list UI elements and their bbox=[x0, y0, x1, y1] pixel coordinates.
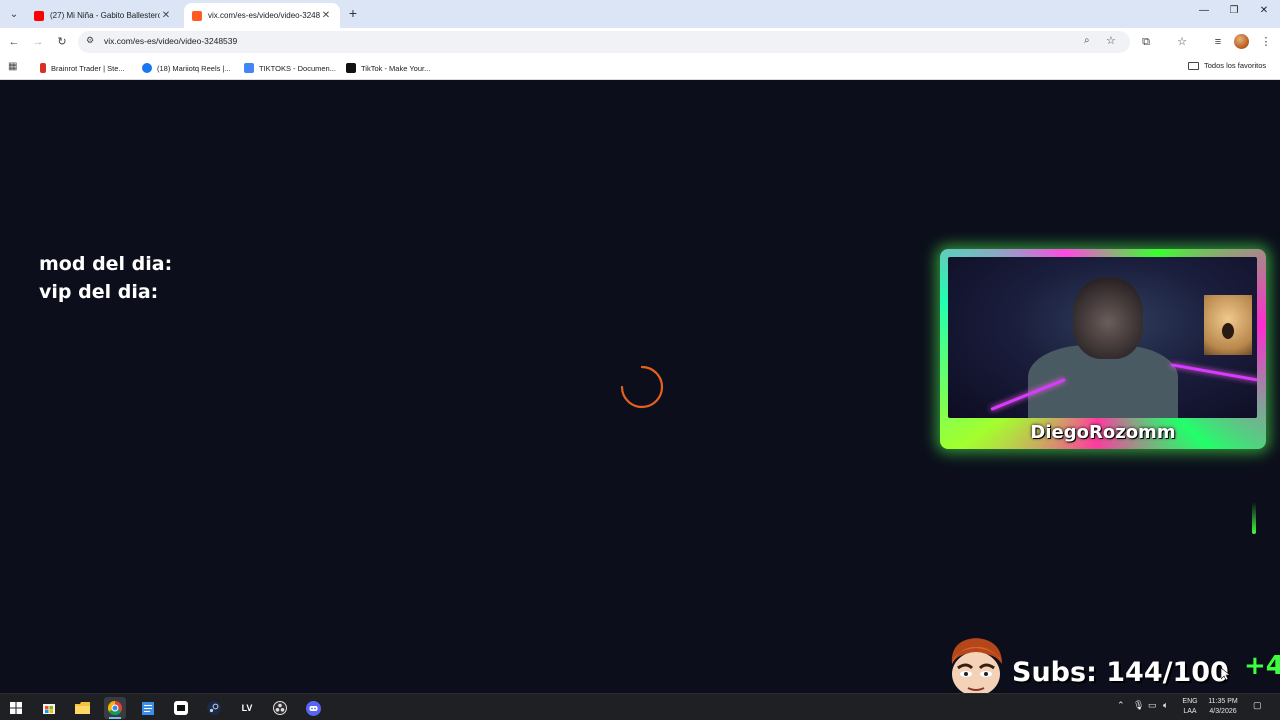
clock[interactable]: 11:35 PM 4/3/2026 bbox=[1203, 697, 1243, 717]
folder-icon bbox=[1188, 61, 1199, 70]
menu-dots-icon[interactable]: ⋮ bbox=[1258, 34, 1274, 50]
bookmarks-bar: ▦ Brainrot Trader | Ste... (18) Mariiotq… bbox=[0, 56, 1280, 80]
site-info-icon[interactable]: ⚙ bbox=[86, 35, 94, 46]
windows-start-icon[interactable] bbox=[5, 697, 27, 719]
all-bookmarks-label: Todos los favoritos bbox=[1204, 61, 1267, 70]
tray-chevron-up-icon[interactable]: ⌃ bbox=[1117, 700, 1125, 711]
tiktok-icon bbox=[346, 63, 356, 73]
new-tab-button[interactable]: + bbox=[346, 5, 360, 21]
webcam-frame: DiegoRozomm bbox=[940, 249, 1266, 449]
reload-icon[interactable]: ↻ bbox=[54, 34, 70, 50]
cat-image bbox=[1204, 295, 1252, 355]
discord-icon[interactable] bbox=[302, 697, 324, 719]
all-bookmarks-button[interactable]: Todos los favoritos bbox=[1188, 61, 1266, 70]
network-icon[interactable]: ▭ bbox=[1148, 700, 1157, 711]
streamer-name: DiegoRozomm bbox=[1030, 422, 1176, 443]
tab-close-icon[interactable]: ✕ bbox=[320, 10, 332, 21]
capcut-icon[interactable] bbox=[170, 697, 192, 719]
lvl-icon[interactable]: LV bbox=[236, 697, 258, 719]
chrome-icon[interactable] bbox=[104, 697, 126, 719]
forward-arrow-icon[interactable]: → bbox=[30, 34, 46, 50]
address-bar[interactable]: ⚙ vix.com/es-es/video/video-3248539 ⌕ ☆ bbox=[78, 31, 1130, 53]
zoom-icon[interactable]: ⌕ bbox=[1084, 35, 1090, 46]
minimize-icon[interactable]: — bbox=[1197, 5, 1211, 16]
windows-taskbar: LV ⌃ 🎙︎ ▭ 🔈︎ ENG LAA 11:35 PM 4/3/2026 ▢ bbox=[0, 693, 1280, 720]
notifications-icon[interactable]: ▢ bbox=[1253, 700, 1262, 711]
loading-spinner-icon bbox=[620, 365, 664, 409]
google-docs-icon bbox=[244, 63, 254, 73]
language-indicator[interactable]: ENG LAA bbox=[1178, 697, 1202, 717]
microphone-icon[interactable]: 🎙︎ bbox=[1133, 700, 1144, 711]
language-code: ENG bbox=[1182, 698, 1198, 705]
facebook-icon bbox=[142, 63, 152, 73]
reading-list-icon[interactable]: ≡ bbox=[1210, 34, 1226, 50]
profile-avatar[interactable] bbox=[1234, 34, 1249, 49]
bookmark-item[interactable]: TikTok - Make Your... bbox=[346, 61, 430, 75]
tab-title: (27) Mi Niña - Gabito Ballestero bbox=[50, 11, 160, 20]
back-arrow-icon[interactable]: ← bbox=[6, 34, 22, 50]
favorites-icon[interactable]: ☆ bbox=[1174, 34, 1190, 50]
store-icon[interactable] bbox=[38, 697, 60, 719]
neon-light-strip bbox=[1170, 363, 1257, 382]
notepad-icon[interactable] bbox=[137, 697, 159, 719]
browser-toolbar: ← → ↻ ⚙ vix.com/es-es/video/video-324853… bbox=[0, 28, 1280, 56]
webcam-feed bbox=[948, 257, 1257, 418]
tab-title: vix.com/es-es/video/video-3248539 bbox=[208, 11, 320, 20]
volume-icon[interactable]: 🔈︎ bbox=[1163, 700, 1168, 711]
tab-search-chevron-icon[interactable]: ⌄ bbox=[6, 6, 22, 22]
mouse-cursor-icon bbox=[1221, 668, 1230, 681]
clock-time: 11:35 PM bbox=[1208, 698, 1238, 705]
bookmark-item[interactable]: TIKTOKS - Documen... bbox=[244, 61, 336, 75]
youtube-favicon-icon bbox=[34, 10, 44, 21]
steam-icon[interactable] bbox=[203, 697, 225, 719]
obs-icon[interactable] bbox=[269, 697, 291, 719]
bookmark-label: TIKTOKS - Documen... bbox=[259, 63, 336, 73]
apps-grid-icon[interactable]: ▦ bbox=[8, 61, 17, 72]
bookmark-label: TikTok - Make Your... bbox=[361, 63, 431, 73]
tab-strip: ⌄ (27) Mi Niña - Gabito Ballestero ✕ vix… bbox=[0, 0, 1280, 28]
bookmark-item[interactable]: (18) Mariiotq Reels |... bbox=[142, 61, 231, 75]
restore-icon[interactable]: ❐ bbox=[1227, 5, 1241, 16]
vip-of-day-label: vip del dia: bbox=[39, 281, 159, 303]
subs-counter: Subs: 144/100 bbox=[1012, 657, 1229, 688]
video-player-area[interactable]: mod del dia: vip del dia: DiegoRozomm Su… bbox=[0, 81, 1280, 696]
bookmark-label: Brainrot Trader | Ste... bbox=[51, 63, 125, 73]
vix-favicon-icon bbox=[192, 10, 202, 21]
extensions-icon[interactable]: ⧉ bbox=[1138, 34, 1154, 50]
streamer-head bbox=[1073, 277, 1143, 359]
url-text[interactable]: vix.com/es-es/video/video-3248539 bbox=[104, 36, 237, 46]
window-close-icon[interactable]: ✕ bbox=[1257, 5, 1271, 16]
bookmark-favicon-icon bbox=[40, 63, 46, 73]
bookmark-label: (18) Mariiotq Reels |... bbox=[157, 63, 231, 73]
clock-date: 4/3/2026 bbox=[1209, 708, 1237, 715]
bookmark-item[interactable]: Brainrot Trader | Ste... bbox=[40, 61, 125, 75]
cat-mouth bbox=[1222, 323, 1234, 339]
subs-increment: +4 bbox=[1244, 651, 1280, 681]
tab-youtube[interactable]: (27) Mi Niña - Gabito Ballestero ✕ bbox=[26, 3, 180, 28]
green-indicator bbox=[1252, 502, 1256, 534]
bookmark-star-icon[interactable]: ☆ bbox=[1106, 34, 1116, 47]
file-explorer-icon[interactable] bbox=[71, 697, 93, 719]
tab-close-icon[interactable]: ✕ bbox=[160, 10, 172, 21]
tab-vix[interactable]: vix.com/es-es/video/video-3248539 ✕ bbox=[184, 3, 340, 28]
mod-of-day-label: mod del dia: bbox=[39, 253, 173, 275]
language-layout: LAA bbox=[1183, 708, 1197, 715]
